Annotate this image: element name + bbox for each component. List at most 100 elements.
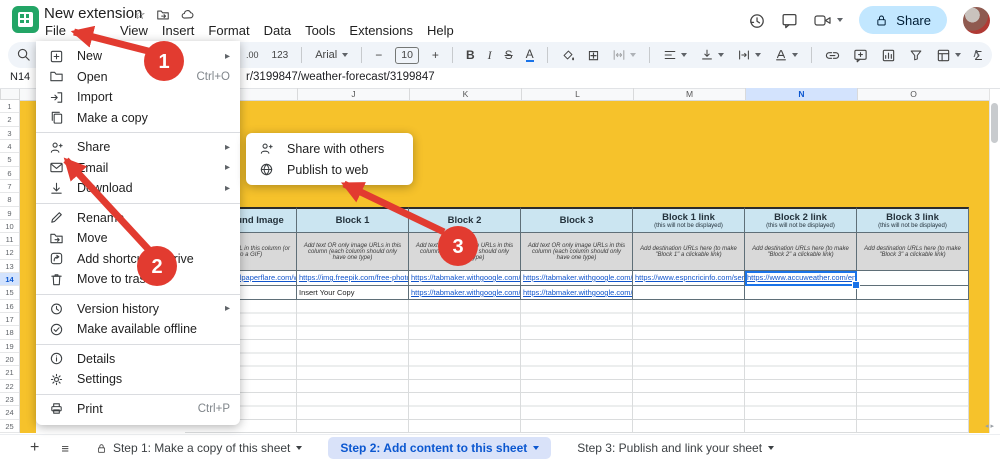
menu-item-print[interactable]: Print Ctrl+P xyxy=(36,399,240,420)
row-header-21[interactable]: 21 xyxy=(0,366,19,380)
menubar-tools[interactable]: Tools xyxy=(298,21,342,40)
menubar-extensions[interactable]: Extensions xyxy=(342,21,420,40)
formula-content[interactable]: r/3199847/weather-forecast/3199847 xyxy=(246,71,435,83)
fill-handle[interactable] xyxy=(852,281,860,289)
cell-N15[interactable] xyxy=(745,286,857,300)
cell-L14[interactable]: https://tabmaker.withgoogle.com/as xyxy=(521,271,633,286)
row-header-17[interactable]: 17 xyxy=(0,313,19,327)
menu-item-email[interactable]: Email ▸ xyxy=(36,158,240,179)
text-rotation-icon[interactable] xyxy=(774,48,799,62)
cell-O14[interactable] xyxy=(857,271,969,286)
header-cell-block3[interactable]: Block 3 xyxy=(521,207,633,233)
menu-item-move-to-trash[interactable]: Move to trash xyxy=(36,269,240,290)
italic-button[interactable]: I xyxy=(488,48,492,63)
version-history-icon[interactable] xyxy=(748,12,765,29)
cell-L15[interactable]: https://tabmaker.withgoogle.com/as xyxy=(521,286,633,300)
column-header-O[interactable]: O xyxy=(857,88,969,100)
toolbar-collapse-icon[interactable]: ∧ xyxy=(972,46,981,60)
row-header-8[interactable]: 8 xyxy=(0,193,19,207)
select-all-corner[interactable] xyxy=(0,88,20,100)
vertical-align-icon[interactable] xyxy=(700,48,725,62)
row-header-19[interactable]: 19 xyxy=(0,340,19,353)
cloud-status-icon[interactable] xyxy=(180,8,195,22)
cell-O15[interactable] xyxy=(857,286,969,300)
menu-item-make-available-offline[interactable]: Make available offline xyxy=(36,319,240,340)
note-cell[interactable]: Add destination URLs here (to make "Bloc… xyxy=(745,233,857,271)
row-header-20[interactable]: 20 xyxy=(0,353,19,367)
comment-icon[interactable] xyxy=(781,12,798,29)
note-cell[interactable]: Add destination URLs here (to make "Bloc… xyxy=(633,233,745,271)
menu-item-open[interactable]: Open Ctrl+O xyxy=(36,67,240,88)
row-header-22[interactable]: 22 xyxy=(0,380,19,393)
header-cell-block1-link[interactable]: Block 1 link (this will not be displayed) xyxy=(633,207,745,233)
menu-item-move[interactable]: Move xyxy=(36,228,240,249)
empty-grid-rows[interactable] xyxy=(185,300,969,433)
borders-icon[interactable]: ⊞ xyxy=(588,47,600,64)
row-header-18[interactable]: 18 xyxy=(0,326,19,340)
menu-item-add-shortcut[interactable]: Add shortcut to Drive xyxy=(36,249,240,270)
grid-scroll-arrows-icon[interactable]: ◂ ▸ xyxy=(985,422,994,430)
submenu-item-publish-to-web[interactable]: Publish to web xyxy=(246,159,413,180)
row-header-2[interactable]: 2 xyxy=(0,113,19,127)
tab-step2-active[interactable]: Step 2: Add content to this sheet xyxy=(328,437,552,459)
submenu-item-share-with-others[interactable]: Share with others xyxy=(246,138,413,159)
cell-J14[interactable]: https://img.freepik.com/free-photo/s xyxy=(297,271,409,286)
menubar-insert[interactable]: Insert xyxy=(155,21,202,40)
number-format-icon[interactable]: 123 xyxy=(272,50,289,61)
menu-item-make-a-copy[interactable]: Make a copy xyxy=(36,108,240,129)
menubar-help[interactable]: Help xyxy=(420,21,461,40)
meet-camera-icon[interactable] xyxy=(814,13,844,28)
row-header-24[interactable]: 24 xyxy=(0,406,19,420)
menubar-view[interactable]: View xyxy=(113,21,155,40)
horizontal-align-icon[interactable] xyxy=(663,48,688,62)
font-family-select[interactable]: Arial xyxy=(315,49,349,61)
scrollbar-thumb[interactable] xyxy=(991,103,998,143)
filter-views-icon[interactable] xyxy=(936,48,962,63)
cell-K14[interactable]: https://tabmaker.withgoogle.com/as xyxy=(409,271,521,286)
row-header-23[interactable]: 23 xyxy=(0,393,19,407)
menu-item-rename[interactable]: Rename xyxy=(36,208,240,229)
note-cell[interactable]: Add text OR only image URLs in this colu… xyxy=(521,233,633,271)
font-size-input[interactable]: 10 xyxy=(395,46,419,64)
row-header-10[interactable]: 10 xyxy=(0,220,19,234)
filter-icon[interactable] xyxy=(909,48,923,62)
menu-item-version-history[interactable]: Version history ▸ xyxy=(36,299,240,320)
note-cell[interactable]: Add text OR only image URLs in this colu… xyxy=(409,233,521,271)
row-header-25[interactable]: 25 xyxy=(0,420,19,433)
name-box[interactable]: N14 xyxy=(10,71,30,83)
row-header-9[interactable]: 9 xyxy=(0,207,19,220)
insert-link-icon[interactable] xyxy=(825,48,840,63)
cell-M15[interactable] xyxy=(633,286,745,300)
tab-step3[interactable]: Step 3: Publish and link your sheet xyxy=(565,437,786,459)
header-cell-block3-link[interactable]: Block 3 link (this will not be displayed) xyxy=(857,207,969,233)
column-header-N[interactable]: N xyxy=(745,88,857,100)
all-sheets-icon[interactable]: ≡ xyxy=(61,441,70,456)
row-header-15[interactable]: 15 xyxy=(0,286,19,300)
row-header-4[interactable]: 4 xyxy=(0,140,19,154)
note-cell[interactable]: Add destination URLs here (to make "Bloc… xyxy=(857,233,969,271)
menubar-data[interactable]: Data xyxy=(257,21,298,40)
row-header-1[interactable]: 1 xyxy=(0,100,19,114)
share-button[interactable]: Share xyxy=(859,6,947,34)
strikethrough-button[interactable]: S xyxy=(505,48,513,62)
search-menus-icon[interactable] xyxy=(16,47,31,62)
menu-item-details[interactable]: Details xyxy=(36,349,240,370)
document-title[interactable]: New extension xyxy=(44,5,142,22)
row-header-16[interactable]: 16 xyxy=(0,300,19,313)
menubar-format[interactable]: Format xyxy=(201,21,256,40)
merge-cells-icon[interactable] xyxy=(612,48,637,62)
row-header-7[interactable]: 7 xyxy=(0,180,19,194)
row-header-3[interactable]: 3 xyxy=(0,127,19,140)
decrease-decimal-icon[interactable]: .00 xyxy=(246,50,259,60)
column-header-L[interactable]: L xyxy=(521,88,633,100)
cell-J15[interactable]: Insert Your Copy xyxy=(297,286,409,300)
header-cell-block1[interactable]: Block 1 xyxy=(297,207,409,233)
cell-K15[interactable]: https://tabmaker.withgoogle.com/as xyxy=(409,286,521,300)
row-header-13[interactable]: 13 xyxy=(0,260,19,274)
cell-M14[interactable]: https://www.espncricinfo.com/series/ic xyxy=(633,271,745,286)
bold-button[interactable]: B xyxy=(466,48,475,62)
fill-color-icon[interactable] xyxy=(561,48,575,62)
account-avatar[interactable] xyxy=(963,6,990,34)
menu-item-new[interactable]: New ▸ xyxy=(36,46,240,67)
decrease-font-button[interactable]: − xyxy=(375,48,382,62)
